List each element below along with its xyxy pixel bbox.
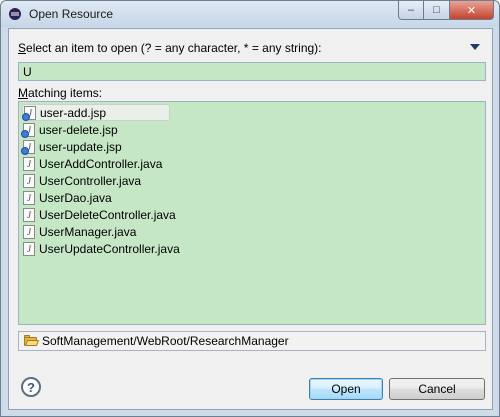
list-item-label: UserUpdateController.java xyxy=(39,241,180,256)
window-title: Open Resource xyxy=(29,7,114,21)
resource-path-text: SoftManagement/WebRoot/ResearchManager xyxy=(42,334,289,348)
list-item-label: UserDeleteController.java xyxy=(39,207,176,222)
minimize-button[interactable]: – xyxy=(398,1,424,20)
matching-accelerator: M xyxy=(18,86,28,100)
resource-path-field: SoftManagement/WebRoot/ResearchManager xyxy=(18,331,486,351)
search-prompt-label: Select an item to open (? = any characte… xyxy=(18,41,322,55)
list-item-label: user-add.jsp xyxy=(40,105,107,120)
java-file-icon: J xyxy=(23,207,35,222)
prompt-accelerator: S xyxy=(18,41,27,55)
list-item[interactable]: J user-add.jsp xyxy=(22,104,170,121)
jsp-file-icon: J xyxy=(21,122,35,138)
list-item[interactable]: J UserDeleteController.java xyxy=(22,206,222,223)
open-button[interactable]: Open xyxy=(309,378,383,400)
window-controls: – □ ✕ xyxy=(398,1,494,21)
jsp-file-icon: J xyxy=(22,105,36,121)
prompt-text: elect an item to open (? = any character… xyxy=(26,41,322,55)
matching-text: atching items: xyxy=(28,86,103,100)
list-item-label: user-delete.jsp xyxy=(39,122,118,137)
folder-icon xyxy=(24,335,40,347)
eclipse-icon xyxy=(7,6,23,22)
matching-items-list[interactable]: J user-add.jsp J user-delete.jsp J user-… xyxy=(18,101,486,325)
list-item-label: UserDao.java xyxy=(39,190,112,205)
list-item[interactable]: J UserAddController.java xyxy=(22,155,222,172)
dialog-body: Select an item to open (? = any characte… xyxy=(8,28,493,410)
list-item-label: UserManager.java xyxy=(39,224,137,239)
maximize-button[interactable]: □ xyxy=(424,1,450,20)
java-file-icon: J xyxy=(23,173,35,188)
list-item[interactable]: J UserController.java xyxy=(22,172,222,189)
java-file-icon: J xyxy=(23,190,35,205)
list-item[interactable]: J UserManager.java xyxy=(22,223,222,240)
list-item-label: user-update.jsp xyxy=(39,139,122,154)
list-item-label: UserController.java xyxy=(39,173,142,188)
open-resource-dialog: Open Resource – □ ✕ Select an item to op… xyxy=(0,0,500,417)
list-item[interactable]: J UserUpdateController.java xyxy=(22,240,222,257)
chevron-down-icon[interactable] xyxy=(470,44,480,50)
help-button[interactable]: ? xyxy=(21,377,41,397)
java-file-icon: J xyxy=(23,156,35,171)
list-item[interactable]: J UserDao.java xyxy=(22,189,222,206)
cancel-button[interactable]: Cancel xyxy=(389,378,485,400)
java-file-icon: J xyxy=(23,241,35,256)
list-item[interactable]: J user-delete.jsp xyxy=(21,121,172,138)
title-bar[interactable]: Open Resource – □ ✕ xyxy=(1,1,499,27)
list-item[interactable]: J user-update.jsp xyxy=(21,138,172,155)
matching-items-label: Matching items: xyxy=(18,86,102,100)
search-input[interactable] xyxy=(18,62,486,81)
close-button[interactable]: ✕ xyxy=(450,1,494,20)
java-file-icon: J xyxy=(23,224,35,239)
list-item-label: UserAddController.java xyxy=(39,156,163,171)
jsp-file-icon: J xyxy=(21,139,35,155)
